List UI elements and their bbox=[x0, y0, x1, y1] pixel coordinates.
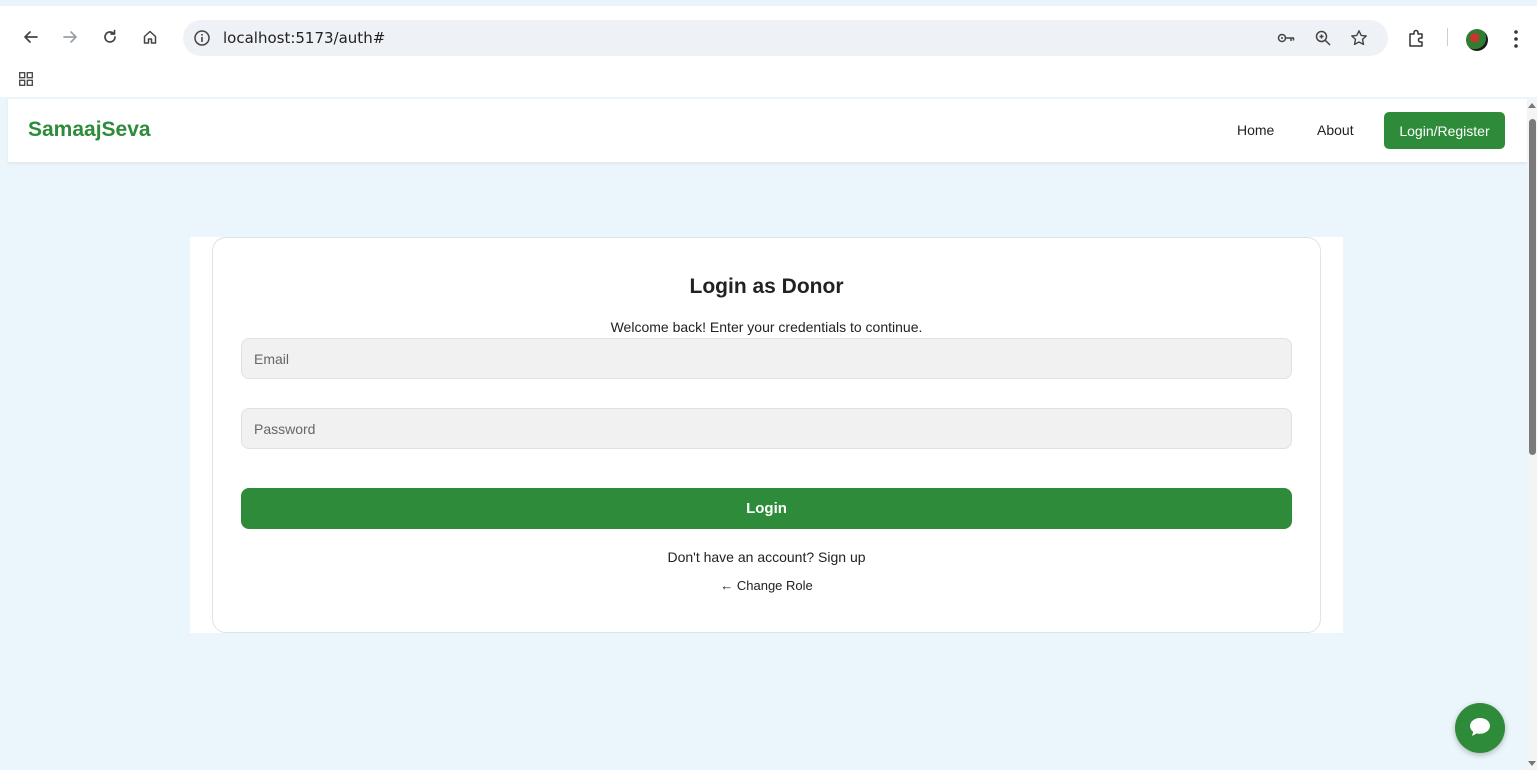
nav-link-home[interactable]: Home bbox=[1237, 122, 1274, 138]
brand-logo[interactable]: SamaajSeva bbox=[28, 118, 151, 142]
scroll-up-arrow-icon[interactable] bbox=[1528, 103, 1536, 108]
forward-arrow-icon[interactable] bbox=[59, 26, 81, 48]
change-role-link[interactable]: ← Change Role bbox=[213, 578, 1320, 593]
info-icon[interactable] bbox=[193, 29, 211, 47]
bookmarks-bar bbox=[0, 64, 1537, 96]
login-card: Login as Donor Welcome back! Enter your … bbox=[212, 237, 1321, 633]
scroll-down-arrow-icon[interactable] bbox=[1528, 761, 1536, 766]
site-navbar: SamaajSeva Home About Login/Register bbox=[8, 99, 1527, 163]
chat-button[interactable] bbox=[1455, 703, 1505, 753]
scroll-thumb[interactable] bbox=[1529, 119, 1536, 455]
nav-link-about[interactable]: About bbox=[1317, 122, 1354, 138]
browser-chrome: localhost:5173/auth# bbox=[0, 0, 1537, 97]
login-title: Login as Donor bbox=[689, 275, 844, 298]
reload-icon[interactable] bbox=[99, 26, 121, 48]
url-text[interactable]: localhost:5173/auth# bbox=[223, 29, 385, 47]
key-icon[interactable] bbox=[1276, 29, 1295, 47]
login-register-button[interactable]: Login/Register bbox=[1384, 112, 1505, 149]
apps-grid-icon[interactable] bbox=[19, 72, 33, 86]
home-icon[interactable] bbox=[139, 26, 161, 48]
star-icon[interactable] bbox=[1350, 29, 1368, 47]
signup-prompt-text: Don't have an account? bbox=[667, 549, 815, 565]
login-subtitle: Welcome back! Enter your credentials to … bbox=[610, 319, 923, 335]
toolbar-divider bbox=[1447, 28, 1448, 46]
zoom-icon[interactable] bbox=[1314, 29, 1332, 47]
login-submit-button[interactable]: Login bbox=[241, 488, 1292, 529]
avatar[interactable] bbox=[1466, 29, 1488, 51]
password-field[interactable] bbox=[241, 408, 1292, 449]
chat-bubble-icon bbox=[1468, 716, 1492, 741]
kebab-menu-icon[interactable] bbox=[1511, 28, 1521, 50]
email-field[interactable] bbox=[241, 338, 1292, 379]
browser-toolbar: localhost:5173/auth# bbox=[0, 12, 1537, 58]
signup-link[interactable]: Sign up bbox=[818, 549, 865, 565]
signup-prompt-line: Don't have an account? Sign up bbox=[213, 549, 1320, 565]
back-arrow-icon[interactable] bbox=[20, 26, 42, 48]
page-scrollbar[interactable] bbox=[1527, 99, 1537, 770]
puzzle-icon[interactable] bbox=[1407, 28, 1427, 48]
address-bar[interactable]: localhost:5173/auth# bbox=[183, 20, 1388, 56]
